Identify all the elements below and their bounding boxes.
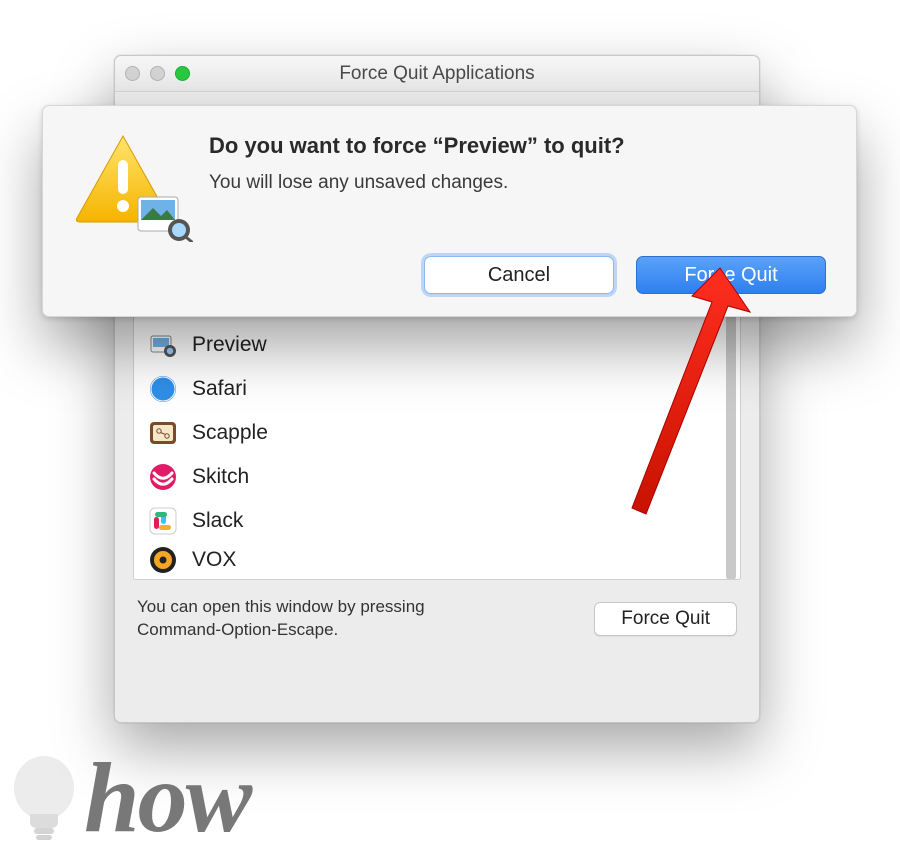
list-item[interactable]: Safari: [134, 367, 740, 411]
traffic-lights: [125, 56, 190, 91]
lightbulb-icon: [6, 748, 82, 848]
vox-icon: [148, 545, 178, 575]
list-item-label: Skitch: [192, 465, 249, 489]
preview-icon: [135, 194, 193, 242]
window-footer: You can open this window by pressing Com…: [115, 580, 759, 642]
zoom-window-button[interactable]: [175, 66, 190, 81]
skitch-icon: [148, 462, 178, 492]
force-quit-confirm-button[interactable]: Force Quit: [636, 256, 826, 294]
scapple-icon: [148, 418, 178, 448]
list-item-label: Safari: [192, 377, 247, 401]
list-item[interactable]: Slack: [134, 499, 740, 543]
dialog-message: You will lose any unsaved changes.: [209, 172, 826, 194]
watermark-text: how: [84, 748, 250, 848]
hint-text: You can open this window by pressing Com…: [137, 596, 467, 642]
list-item[interactable]: Skitch: [134, 455, 740, 499]
watermark: how: [6, 748, 250, 848]
list-item[interactable]: Preview: [134, 323, 740, 367]
list-item-label: Preview: [192, 333, 267, 357]
list-item-label: Scapple: [192, 421, 268, 445]
list-item-label: Slack: [192, 509, 243, 533]
force-quit-button[interactable]: Force Quit: [594, 602, 737, 636]
list-item[interactable]: Scapple: [134, 411, 740, 455]
minimize-window-button[interactable]: [150, 66, 165, 81]
dialog-title: Do you want to force “Preview” to quit?: [209, 132, 826, 160]
list-item-label: VOX: [192, 548, 236, 572]
list-item[interactable]: VOX: [134, 543, 740, 577]
safari-icon: [148, 374, 178, 404]
window-title: Force Quit Applications: [339, 63, 534, 85]
confirm-dialog: Do you want to force “Preview” to quit? …: [42, 105, 857, 317]
dialog-icon: [73, 132, 183, 294]
cancel-button[interactable]: Cancel: [424, 256, 614, 294]
close-window-button[interactable]: [125, 66, 140, 81]
preview-icon: [148, 330, 178, 360]
slack-icon: [148, 506, 178, 536]
titlebar: Force Quit Applications: [115, 56, 759, 92]
